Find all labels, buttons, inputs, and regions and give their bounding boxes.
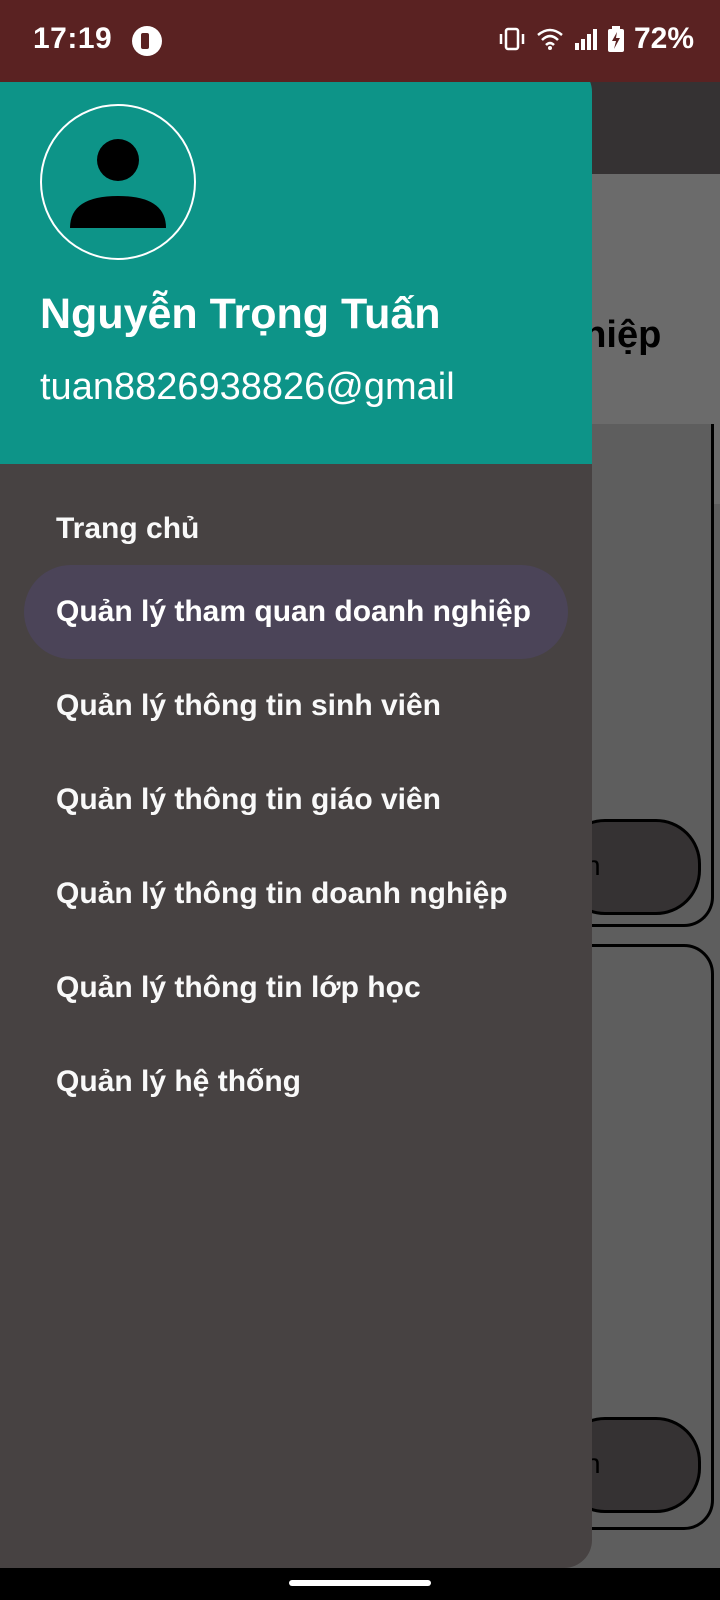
menu-item-business-management[interactable]: Quản lý thông tin doanh nghiệp <box>24 847 568 941</box>
battery-charging-icon <box>607 26 624 52</box>
menu-item-student-management[interactable]: Quản lý thông tin sinh viên <box>24 659 568 753</box>
menu-item-label: Quản lý tham quan doanh nghiệp <box>56 595 532 628</box>
user-name: Nguyễn Trọng Tuấn <box>40 290 441 338</box>
menu-item-label: Quản lý thông tin lớp học <box>56 971 421 1004</box>
app-notification-icon <box>132 26 162 56</box>
menu-item-label: Trang chủ <box>56 512 200 545</box>
home-gesture-handle[interactable] <box>289 1580 431 1586</box>
navigation-drawer: Nguyễn Trọng Tuấn tuan8826938826@gmail T… <box>0 64 592 1568</box>
menu-item-label: Quản lý thông tin sinh viên <box>56 689 442 722</box>
person-icon <box>70 139 166 228</box>
menu-item-system-management[interactable]: Quản lý hệ thống <box>24 1035 568 1129</box>
wifi-icon <box>537 28 563 50</box>
menu-item-teacher-management[interactable]: Quản lý thông tin giáo viên <box>24 753 568 847</box>
menu-item-business-visit-management[interactable]: Quản lý tham quan doanh nghiệp <box>24 565 568 659</box>
menu-item-class-management[interactable]: Quản lý thông tin lớp học <box>24 941 568 1035</box>
menu-item-label: Quản lý hệ thống <box>56 1065 301 1098</box>
drawer-header: Nguyễn Trọng Tuấn tuan8826938826@gmail <box>0 64 592 464</box>
vibrate-icon <box>499 27 525 51</box>
menu-item-home[interactable]: Trang chủ <box>24 482 568 576</box>
avatar[interactable] <box>40 104 196 260</box>
menu-item-label: Quản lý thông tin doanh nghiệp <box>56 877 508 910</box>
user-email: tuan8826938826@gmail <box>40 366 455 408</box>
menu-item-label: Quản lý thông tin giáo viên <box>56 783 442 816</box>
status-bar: 17:19 72% <box>0 0 720 82</box>
status-time: 17:19 <box>33 22 113 55</box>
status-icons: 72% <box>498 22 694 56</box>
system-navigation-bar <box>0 1568 720 1600</box>
signal-icon <box>574 29 597 50</box>
battery-percent: 72% <box>633 22 694 55</box>
